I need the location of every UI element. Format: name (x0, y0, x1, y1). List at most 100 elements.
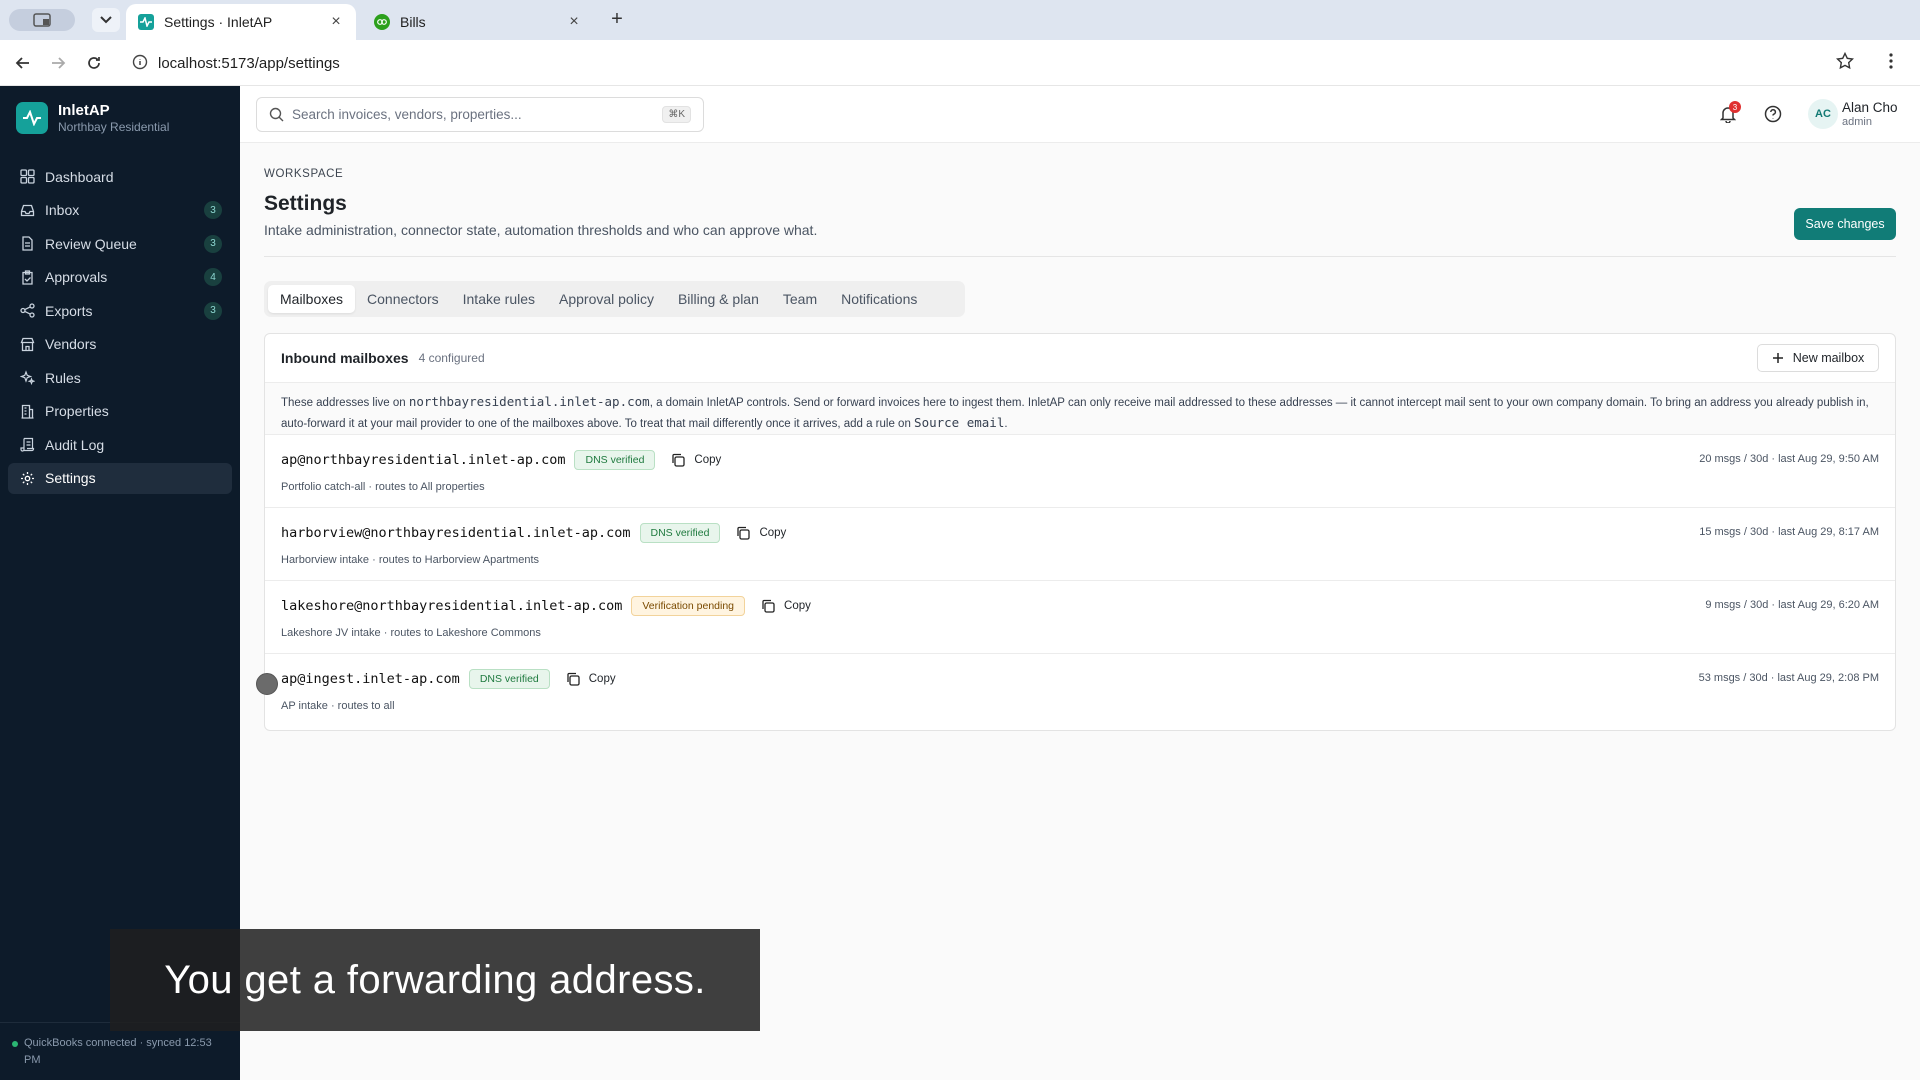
mailbox-description: AP intake · routes to all (281, 700, 395, 712)
tab-intake-rules[interactable]: Intake rules (451, 285, 547, 313)
tab-notifications[interactable]: Notifications (829, 285, 929, 313)
tab-connectors[interactable]: Connectors (355, 285, 451, 313)
mailbox-row: harborview@northbayresidential.inlet-ap.… (265, 508, 1895, 581)
tab-mailboxes[interactable]: Mailboxes (268, 285, 356, 313)
copy-icon (567, 672, 580, 686)
gear-icon (21, 471, 34, 485)
card-title: Inbound mailboxes (281, 350, 409, 366)
count-badge: 3 (204, 234, 222, 253)
tab-team[interactable]: Team (771, 285, 829, 313)
grid-icon (20, 169, 35, 184)
copy-label: Copy (694, 454, 722, 466)
share-icon (20, 303, 35, 318)
sidebar-item-properties[interactable]: Properties (8, 396, 232, 427)
forward-arrow-icon[interactable] (47, 52, 69, 74)
tab-billing-plan[interactable]: Billing & plan (666, 285, 771, 313)
tab-approval-policy[interactable]: Approval policy (547, 285, 666, 313)
top-bar: Search invoices, vendors, properties... … (240, 86, 1920, 143)
mailbox-description: Portfolio catch-all · routes to All prop… (281, 481, 485, 493)
settings-tabs: Mailboxes Connectors Intake rules Approv… (264, 281, 965, 317)
sidebar-nav: Dashboard Inbox 3 Review Queue 3 Approva… (8, 161, 232, 496)
notice-text: . (1004, 418, 1008, 430)
address-bar[interactable]: localhost:5173/app/settings (124, 46, 1854, 80)
mailbox-stats: 9 msgs / 30d · last Aug 29, 6:20 AM (1705, 599, 1879, 611)
mailbox-row: ap@northbayresidential.inlet-ap.com DNS … (265, 435, 1895, 508)
mailbox-address: ap@ingest.inlet-ap.com (281, 671, 460, 687)
sidebar-item-review-queue[interactable]: Review Queue 3 (8, 228, 232, 259)
count-badge: 3 (204, 301, 222, 320)
sidebar-item-label: Rules (45, 369, 81, 386)
shortcut-hint: ⌘K (662, 106, 691, 123)
sync-status-text: QuickBooks connected · synced 12:53 PM (24, 1037, 212, 1066)
sidebar-item-vendors[interactable]: Vendors (8, 329, 232, 360)
configured-count: 4 configured (418, 351, 485, 365)
inletap-favicon-icon (138, 14, 154, 30)
scroll-icon (20, 437, 35, 452)
site-info-icon[interactable] (132, 54, 148, 74)
pulse-logo-icon (16, 102, 48, 134)
user-menu[interactable]: Alan Cho admin (1842, 100, 1898, 128)
copy-icon (672, 453, 686, 467)
tab-title: Bills (400, 14, 426, 30)
file-icon (22, 236, 33, 251)
sidebar-item-settings[interactable]: Settings (8, 462, 232, 494)
brand-name: InletAP (58, 102, 110, 119)
browser-menu-icon[interactable] (1888, 52, 1894, 75)
card-header: Inbound mailboxes 4 configured New mailb… (265, 334, 1895, 383)
user-name: Alan Cho (1842, 100, 1898, 115)
reload-icon[interactable] (83, 52, 105, 74)
mailbox-address: harborview@northbayresidential.inlet-ap.… (281, 525, 631, 541)
copy-button[interactable]: Copy (761, 599, 811, 613)
sidebar-item-label: Approvals (45, 269, 108, 285)
page-title: Settings (264, 192, 347, 215)
tab-groups-button[interactable] (9, 9, 75, 31)
sidebar-item-exports[interactable]: Exports 3 (8, 295, 232, 326)
sparkles-icon (20, 370, 35, 385)
copy-label: Copy (759, 527, 787, 539)
sidebar-item-label: Properties (45, 403, 109, 419)
sidebar-item-audit-log[interactable]: Audit Log (8, 429, 232, 460)
notice-domain: northbayresidential.inlet-ap.com (408, 394, 650, 409)
copy-button[interactable]: Copy (671, 453, 721, 467)
browser-tab-bills[interactable]: Bills × (362, 4, 594, 40)
new-mailbox-label: New mailbox (1792, 351, 1865, 365)
copy-label: Copy (588, 673, 616, 685)
status-badge: Verification pending (631, 596, 746, 616)
save-changes-button[interactable]: Save changes (1794, 208, 1896, 240)
copy-button[interactable]: Copy (736, 526, 786, 540)
brand[interactable]: InletAP Northbay Residential (16, 102, 169, 134)
window-icon (33, 13, 51, 27)
bookmark-star-icon[interactable] (1835, 51, 1855, 75)
new-tab-plus-icon[interactable]: + (605, 8, 629, 32)
chevron-down-icon (100, 16, 112, 24)
notification-count-badge: 3 (1729, 101, 1741, 113)
browser-tab-settings[interactable]: Settings · InletAP × (126, 4, 356, 40)
count-badge: 4 (204, 268, 222, 286)
sidebar-item-inbox[interactable]: Inbox 3 (8, 195, 232, 226)
copy-button[interactable]: Copy (566, 672, 616, 686)
tab-title: Settings · InletAP (164, 14, 273, 30)
count-badge: 3 (204, 201, 222, 219)
mailbox-description: Lakeshore JV intake · routes to Lakeshor… (281, 627, 541, 639)
status-badge: DNS verified (574, 450, 656, 470)
tab-search-dropdown[interactable] (92, 8, 120, 32)
browser-tab-strip: Settings · InletAP × Bills × + (0, 0, 1920, 40)
sidebar-item-dashboard[interactable]: Dashboard (8, 161, 232, 192)
notice-field: Source email (914, 415, 1005, 430)
sidebar-item-label: Audit Log (45, 436, 105, 453)
sidebar-item-rules[interactable]: Rules (8, 362, 232, 393)
close-tab-icon[interactable]: × (328, 13, 344, 31)
mailbox-stats: 15 msgs / 30d · last Aug 29, 8:17 AM (1699, 526, 1879, 538)
back-arrow-icon[interactable] (12, 52, 34, 74)
close-tab-icon[interactable]: × (566, 13, 582, 31)
avatar[interactable]: AC (1808, 99, 1838, 129)
sidebar-item-label: Exports (45, 302, 93, 319)
mailbox-stats: 53 msgs / 30d · last Aug 29, 2:08 PM (1698, 672, 1879, 684)
page-subtitle: Intake administration, connector state, … (264, 222, 818, 238)
sidebar-item-label: Vendors (45, 336, 97, 352)
help-icon[interactable] (1764, 105, 1782, 128)
search-input[interactable]: Search invoices, vendors, properties... … (256, 97, 704, 132)
sidebar-item-label: Dashboard (45, 168, 114, 185)
sidebar-item-approvals[interactable]: Approvals 4 (8, 262, 232, 293)
new-mailbox-button[interactable]: New mailbox (1757, 344, 1879, 372)
